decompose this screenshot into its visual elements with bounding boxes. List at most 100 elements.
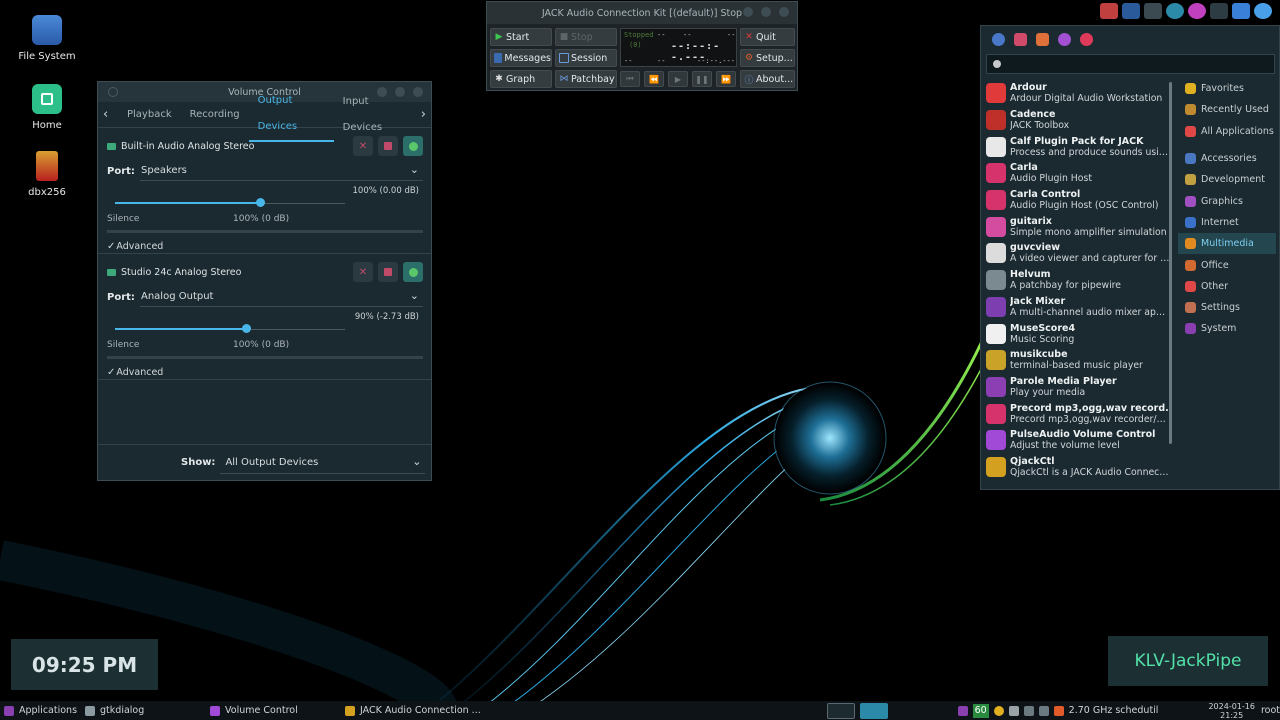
list-item[interactable]: guitarix Simple mono amplifier simulation bbox=[986, 213, 1171, 240]
maximize-button[interactable] bbox=[761, 7, 771, 17]
list-item[interactable]: PulseAudio Volume Control Adjust the volu… bbox=[986, 427, 1171, 454]
workspace-1-icon[interactable] bbox=[826, 702, 855, 719]
update-badge[interactable]: 60 bbox=[972, 703, 989, 718]
list-item[interactable]: Jack Mixer A multi-channel audio mixer ap… bbox=[986, 294, 1171, 321]
play-button[interactable]: ▶ bbox=[668, 71, 688, 87]
category-item[interactable]: System bbox=[1178, 318, 1276, 339]
browser-icon[interactable] bbox=[1166, 3, 1184, 19]
task-jack[interactable]: JACK Audio Connection ... bbox=[341, 701, 486, 720]
volume-slider[interactable] bbox=[115, 198, 345, 208]
window-icon[interactable] bbox=[1232, 3, 1250, 19]
speaker-icon[interactable] bbox=[1008, 705, 1019, 716]
category-item[interactable]: Office bbox=[1178, 254, 1276, 275]
volume-slider-handle[interactable] bbox=[241, 324, 251, 333]
minimize-button[interactable] bbox=[743, 7, 753, 17]
session-button[interactable]: Session bbox=[555, 49, 617, 67]
power-icon[interactable] bbox=[1080, 32, 1093, 46]
close-button[interactable] bbox=[779, 7, 789, 17]
file-manager-icon[interactable] bbox=[1144, 3, 1162, 19]
category-item[interactable]: Multimedia bbox=[1178, 233, 1276, 255]
menu-search[interactable] bbox=[986, 54, 1275, 74]
set-default-button[interactable] bbox=[403, 262, 423, 282]
list-item[interactable]: musikcube terminal-based music player bbox=[986, 347, 1171, 374]
pipe-icon[interactable] bbox=[1210, 3, 1228, 19]
app-list-scrollbar[interactable] bbox=[1169, 82, 1172, 444]
category-item[interactable]: All Applications bbox=[1178, 121, 1276, 142]
folder-icon[interactable] bbox=[957, 705, 968, 716]
list-item[interactable]: Carla Control Audio Plugin Host (OSC Cont… bbox=[986, 187, 1171, 214]
category-item[interactable]: Recently Used bbox=[1178, 99, 1276, 120]
app-launcher-icon[interactable] bbox=[1100, 3, 1118, 19]
session-icon bbox=[559, 53, 569, 63]
pause-button[interactable]: ❚❚ bbox=[692, 71, 712, 87]
logout-icon[interactable] bbox=[1036, 32, 1049, 46]
mute-button[interactable]: ✕ bbox=[353, 262, 373, 282]
stop-button[interactable]: ■ Stop bbox=[555, 28, 617, 46]
battery-icon[interactable] bbox=[1023, 705, 1034, 716]
list-item[interactable]: QjackCtl QjackCtl is a JACK Audio Connect… bbox=[986, 454, 1171, 481]
set-default-button[interactable] bbox=[403, 136, 423, 156]
category-item[interactable]: Other bbox=[1178, 276, 1276, 297]
window-menu-icon[interactable] bbox=[108, 87, 118, 97]
microphone-icon[interactable] bbox=[1038, 705, 1049, 716]
quit-button[interactable]: ✕ Quit bbox=[740, 28, 795, 46]
rewind-start-button[interactable]: ⏮ bbox=[620, 71, 640, 87]
applications-menu-button[interactable]: Applications bbox=[0, 701, 81, 720]
tab-recording[interactable]: Recording bbox=[181, 102, 249, 128]
category-item[interactable]: Internet bbox=[1178, 212, 1276, 233]
task-volume-control[interactable]: Volume Control bbox=[206, 701, 341, 720]
lock-channels-button[interactable] bbox=[378, 262, 398, 282]
start-button[interactable]: ▶ Start bbox=[490, 28, 552, 46]
list-item[interactable]: Ardour Ardour Digital Audio Workstation bbox=[986, 80, 1171, 107]
setup-button[interactable]: ⚙ Setup... bbox=[740, 49, 795, 67]
category-item[interactable]: Graphics bbox=[1178, 190, 1276, 211]
close-button[interactable] bbox=[413, 87, 423, 97]
list-item[interactable]: guvcview A video viewer and capturer for … bbox=[986, 240, 1171, 267]
volume-slider-handle[interactable] bbox=[256, 198, 265, 207]
list-item[interactable]: Helvum A patchbay for pipewire bbox=[986, 267, 1171, 294]
port-select[interactable]: Analog Output ⌄ bbox=[140, 287, 423, 307]
search-input[interactable] bbox=[1006, 58, 1256, 70]
list-item[interactable]: Cadence JACK Toolbox bbox=[986, 107, 1171, 134]
list-item[interactable]: Calf Plugin Pack for JACK Process and pro… bbox=[986, 133, 1171, 160]
desktop-icon-filesystem[interactable]: File System bbox=[7, 15, 87, 62]
list-item[interactable]: Carla Audio Plugin Host bbox=[986, 160, 1171, 187]
category-item[interactable]: Favorites bbox=[1178, 78, 1276, 99]
terminal-icon[interactable] bbox=[1122, 3, 1140, 19]
lock-icon[interactable] bbox=[1014, 32, 1027, 46]
show-select[interactable]: All Output Devices ⌄ bbox=[220, 452, 426, 474]
list-item[interactable]: Precord mp3,ogg,wav record... Precord mp3… bbox=[986, 400, 1171, 427]
tab-playback[interactable]: Playback bbox=[118, 102, 181, 128]
jack-titlebar[interactable]: JACK Audio Connection Kit [(default)] St… bbox=[487, 2, 797, 24]
patchbay-button[interactable]: ⋈ Patchbay bbox=[555, 70, 617, 88]
category-item[interactable]: Accessories bbox=[1178, 148, 1276, 169]
list-item[interactable]: MuseScore4 Music Scoring bbox=[986, 320, 1171, 347]
category-item[interactable]: Settings bbox=[1178, 297, 1276, 318]
cpu-icon[interactable] bbox=[1053, 705, 1064, 716]
messages-button[interactable]: Messages bbox=[490, 49, 552, 67]
date-time[interactable]: 2024-01-16 21:25 bbox=[1208, 702, 1255, 720]
category-item[interactable]: Development bbox=[1178, 169, 1276, 190]
settings-icon[interactable] bbox=[992, 32, 1005, 46]
night-mode-icon[interactable] bbox=[993, 705, 1004, 716]
workspace-2-icon[interactable] bbox=[859, 702, 888, 719]
tab-scroll-left-icon[interactable]: ‹ bbox=[103, 102, 108, 128]
forward-button[interactable]: ⏩ bbox=[716, 71, 736, 87]
mute-button[interactable]: ✕ bbox=[353, 136, 373, 156]
tab-scroll-right-icon[interactable]: › bbox=[421, 102, 426, 128]
task-gtkdialog[interactable]: gtkdialog bbox=[81, 701, 206, 720]
about-button[interactable]: ⓘ About... bbox=[740, 70, 795, 88]
advanced-toggle[interactable]: ✓ Advanced bbox=[107, 365, 423, 379]
graph-button[interactable]: ✱ Graph bbox=[490, 70, 552, 88]
switch-user-icon[interactable] bbox=[1058, 32, 1071, 46]
finder-icon[interactable] bbox=[1254, 3, 1272, 19]
lock-channels-button[interactable] bbox=[378, 136, 398, 156]
rewind-button[interactable]: ⏪ bbox=[644, 71, 664, 87]
desktop-icon-home[interactable]: Home bbox=[7, 84, 87, 131]
port-select[interactable]: Speakers ⌄ bbox=[140, 161, 423, 181]
media-icon[interactable] bbox=[1188, 3, 1206, 19]
list-item[interactable]: Parole Media Player Play your media bbox=[986, 374, 1171, 401]
volume-slider[interactable] bbox=[115, 324, 345, 334]
advanced-toggle[interactable]: ✓ Advanced bbox=[107, 239, 423, 253]
desktop-icon-dbx256[interactable]: dbx256 bbox=[7, 151, 87, 198]
